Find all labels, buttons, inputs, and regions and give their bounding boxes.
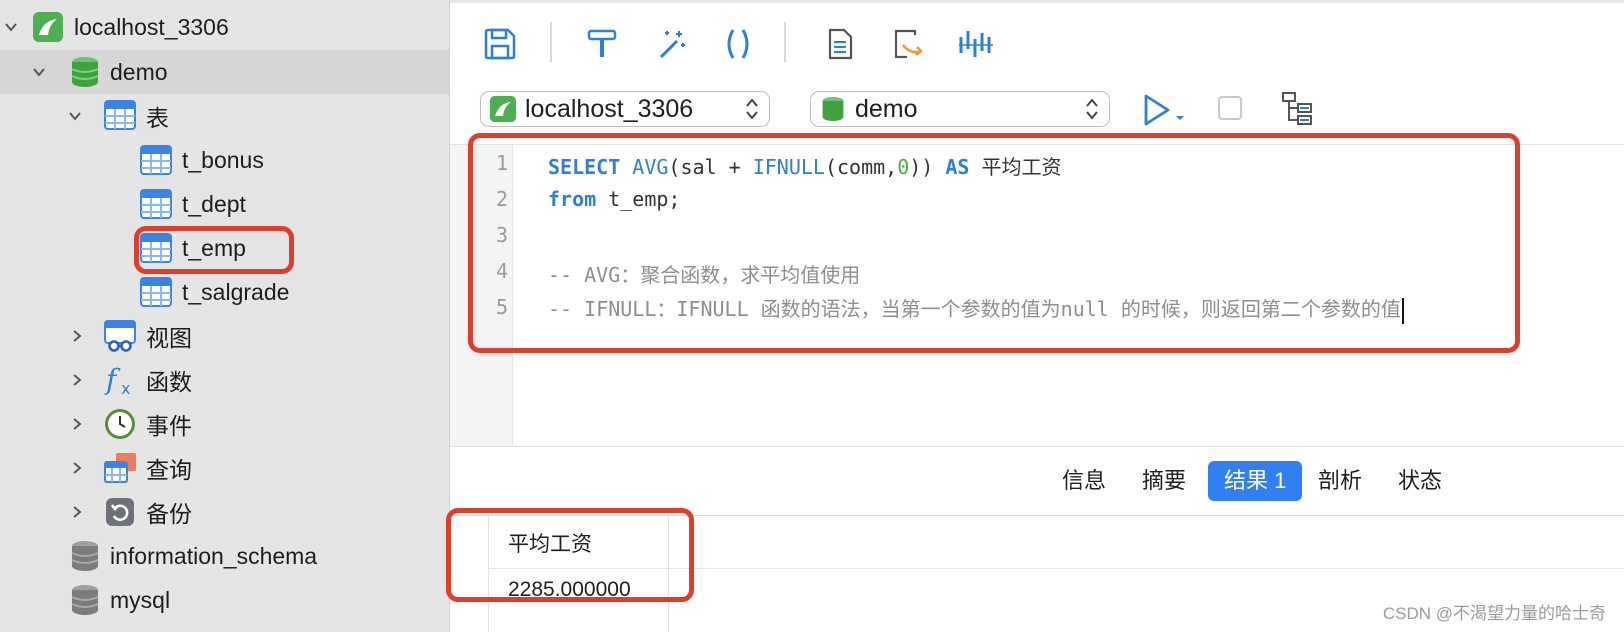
export-icon[interactable] xyxy=(888,22,928,66)
queries-icon xyxy=(104,452,136,484)
tree-item-table[interactable]: t_salgrade xyxy=(0,270,449,314)
chevron-down-icon[interactable] xyxy=(0,16,22,38)
query-builder-icon[interactable] xyxy=(1280,90,1316,126)
tree-item-views[interactable]: 视图 xyxy=(0,314,449,358)
highlight-box xyxy=(446,508,694,602)
up-down-chevron-icon xyxy=(745,97,759,126)
database-select[interactable]: demo xyxy=(810,91,1110,127)
tree-item-backups[interactable]: 备份 xyxy=(0,490,449,534)
document-icon[interactable] xyxy=(820,22,860,66)
tree-item-functions[interactable]: fx 函数 xyxy=(0,358,449,402)
tree-label: 查询 xyxy=(146,457,192,483)
tab-summary[interactable]: 摘要 xyxy=(1126,461,1202,501)
svg-text:x: x xyxy=(121,379,130,396)
parentheses-icon[interactable] xyxy=(718,22,758,66)
tree-label: 备份 xyxy=(146,501,192,527)
connection-select[interactable]: localhost_3306 xyxy=(480,91,770,127)
tree-item-table[interactable]: t_bonus xyxy=(0,138,449,182)
watermark-text: CSDN @不渴望力量的哈士奇 xyxy=(1382,604,1606,623)
tree-label: 函数 xyxy=(146,369,192,395)
up-down-chevron-icon xyxy=(1085,97,1099,126)
tree-item-connection[interactable]: localhost_3306 xyxy=(0,5,449,49)
tree-label: t_bonus xyxy=(182,146,264,173)
tree-label: demo xyxy=(110,58,168,85)
highlight-box xyxy=(468,133,1520,353)
clock-icon xyxy=(104,408,136,440)
tree-label: t_dept xyxy=(182,190,246,217)
tree-label: 视图 xyxy=(146,325,192,351)
toolbar-separator xyxy=(784,22,786,62)
chevron-right-icon[interactable] xyxy=(66,457,88,479)
highlight-box xyxy=(134,226,294,274)
table-icon xyxy=(140,277,172,309)
chevron-right-icon[interactable] xyxy=(66,413,88,435)
save-icon[interactable] xyxy=(480,22,520,66)
tree-label: t_salgrade xyxy=(182,278,290,305)
chevron-down-icon[interactable] xyxy=(28,61,50,83)
table-icon xyxy=(140,145,172,177)
views-icon xyxy=(104,320,136,352)
tree-item-database[interactable]: information_schema xyxy=(0,534,449,578)
chevron-right-icon[interactable] xyxy=(66,325,88,347)
tree-item-database-demo[interactable]: demo xyxy=(0,50,449,94)
tables-icon xyxy=(104,100,136,132)
backup-icon xyxy=(104,496,136,528)
connection-select-value: localhost_3306 xyxy=(525,94,694,123)
database-icon xyxy=(70,584,102,616)
toolbar-separator xyxy=(550,22,552,62)
tree-item-database[interactable]: mysql xyxy=(0,578,449,622)
database-icon xyxy=(70,540,102,572)
tree-label: 事件 xyxy=(146,413,192,439)
sql-editor[interactable]: 1 2 3 4 5 SELECT AVG(sal + IFNULL(comm,0… xyxy=(450,133,1624,447)
explain-icon[interactable] xyxy=(956,22,996,66)
database-icon xyxy=(70,56,102,88)
chevron-down-icon[interactable] xyxy=(64,105,86,127)
chevron-right-icon[interactable] xyxy=(66,369,88,391)
tree-label: mysql xyxy=(110,586,171,613)
database-icon xyxy=(821,95,847,123)
tree-label: information_schema xyxy=(110,542,318,569)
tab-status[interactable]: 状态 xyxy=(1382,461,1458,501)
result-tabs-bar: 信息 摘要 结果 1 剖析 状态 xyxy=(450,446,1624,516)
tab-profile[interactable]: 剖析 xyxy=(1302,461,1378,501)
tree-label: 表 xyxy=(146,105,169,131)
tab-info[interactable]: 信息 xyxy=(1046,461,1122,501)
magic-wand-icon[interactable] xyxy=(650,22,690,66)
function-icon: fx xyxy=(104,363,136,398)
mysql-connection-icon xyxy=(489,95,517,123)
database-select-value: demo xyxy=(855,94,918,123)
tree-item-events[interactable]: 事件 xyxy=(0,402,449,446)
navigator-sidebar: localhost_3306 demo 表 t_bonus t_dept t_e… xyxy=(0,0,450,632)
tree-item-tables-group[interactable]: 表 xyxy=(0,94,449,138)
run-icon[interactable] xyxy=(1138,92,1188,128)
mysql-connection-icon xyxy=(32,11,64,43)
editor-toolbar xyxy=(450,0,1624,88)
svg-text:f: f xyxy=(104,364,121,396)
tree-item-table[interactable]: t_dept xyxy=(0,182,449,226)
tree-label: localhost_3306 xyxy=(74,13,229,40)
stop-icon[interactable] xyxy=(1218,96,1242,120)
chevron-right-icon[interactable] xyxy=(66,501,88,523)
tab-result-1[interactable]: 结果 1 xyxy=(1208,461,1303,501)
format-icon[interactable] xyxy=(582,22,622,66)
table-icon xyxy=(140,189,172,221)
tree-item-queries[interactable]: 查询 xyxy=(0,446,449,490)
